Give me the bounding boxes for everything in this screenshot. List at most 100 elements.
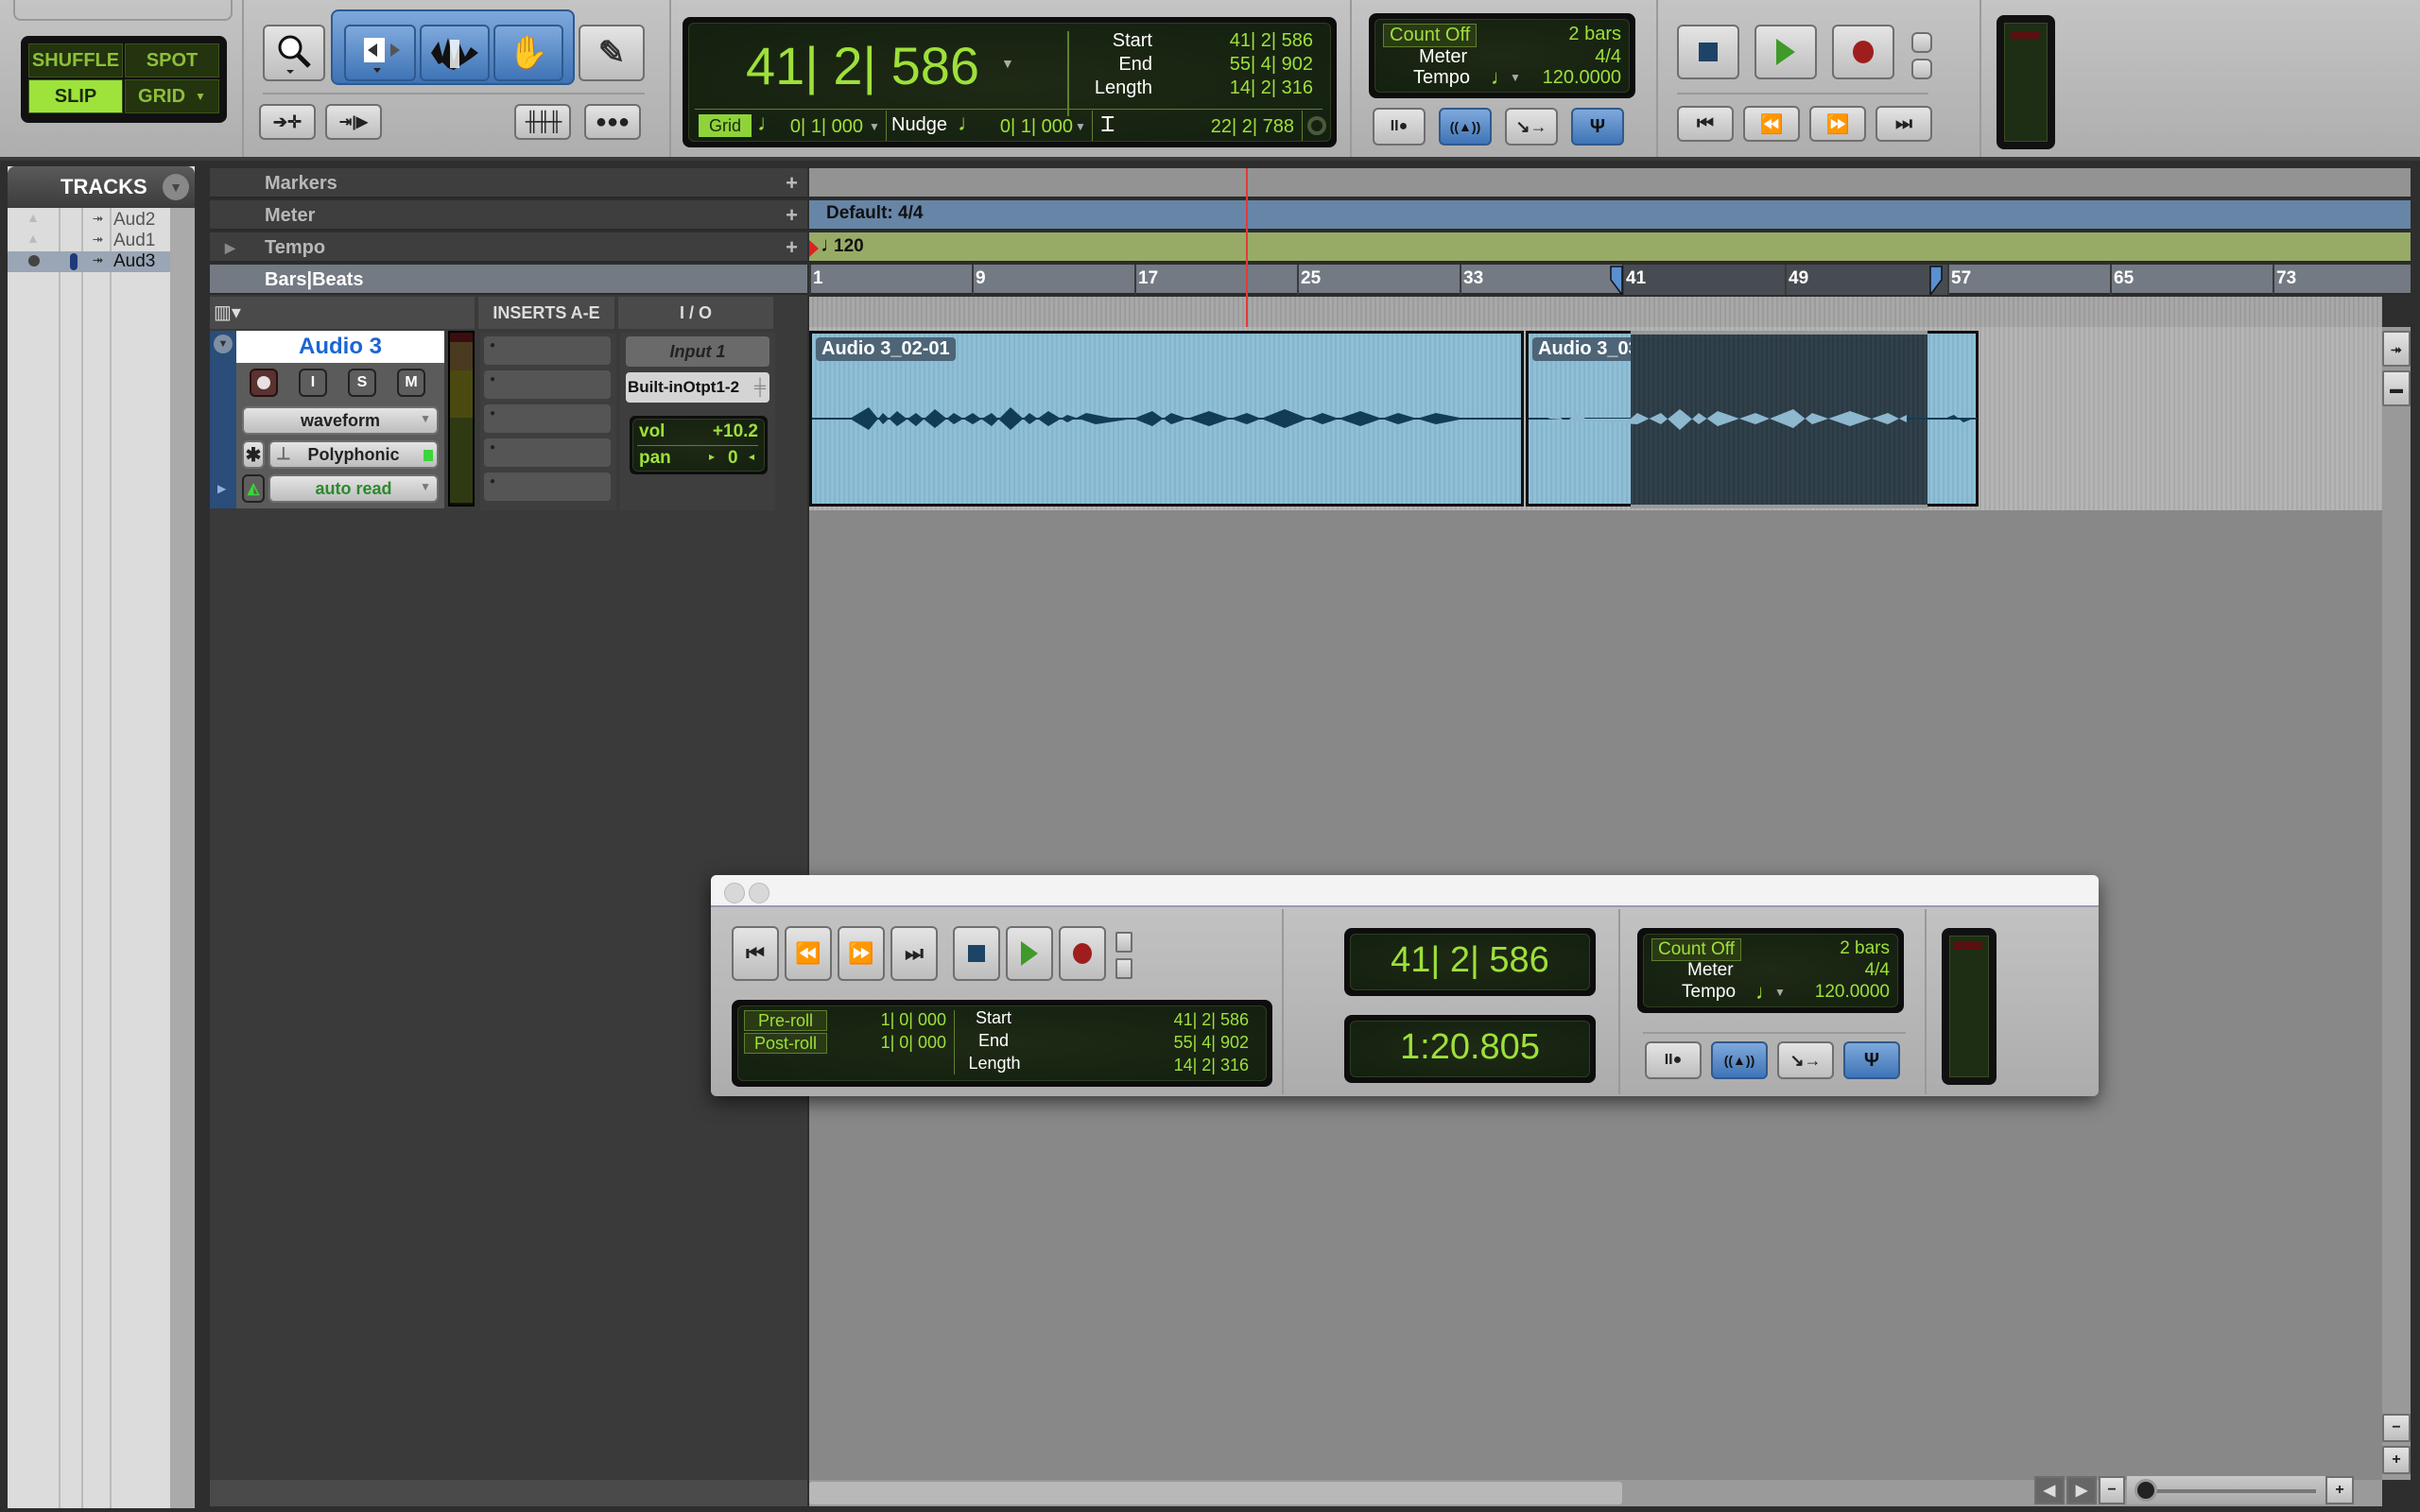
shown-dot-icon[interactable] xyxy=(28,255,40,266)
chevron-down-icon[interactable]: ▼ xyxy=(1075,120,1086,133)
tw-loop-button[interactable] xyxy=(1115,958,1132,979)
tw-start-value[interactable]: 41| 2| 586 xyxy=(1116,1010,1249,1030)
tw-sub-counter-value[interactable]: 1:20.805 xyxy=(1351,1027,1589,1068)
postroll-value[interactable]: 1| 0| 000 xyxy=(842,1033,946,1053)
chevron-down-icon[interactable]: ▼ xyxy=(1774,986,1786,999)
insert-slot[interactable]: ● xyxy=(484,370,611,399)
tw-midi-merge-button[interactable]: ↘→ xyxy=(1777,1041,1834,1079)
track-list-item[interactable]: ▲ ⯮ Aud1 xyxy=(8,231,178,251)
fast-forward-button[interactable]: ⏩ xyxy=(1809,106,1866,142)
tw-rewind-button[interactable]: ⏪ xyxy=(785,926,832,981)
rewind-button[interactable]: ⏪ xyxy=(1743,106,1800,142)
midi-merge-button[interactable]: ↘→ xyxy=(1505,108,1558,146)
tw-record-button[interactable] xyxy=(1059,926,1106,981)
tw-online-button[interactable] xyxy=(1115,932,1132,953)
tempo-marker-icon[interactable] xyxy=(809,240,819,257)
volume-value[interactable]: +10.2 xyxy=(713,421,758,442)
show-hide-icon[interactable]: ▲ xyxy=(26,231,40,246)
scroll-left-button[interactable]: ◀ xyxy=(2034,1476,2065,1504)
expand-track-icon[interactable]: ▶ xyxy=(217,482,226,495)
tracks-menu-button[interactable]: ▼ xyxy=(163,174,189,200)
insert-slot[interactable]: ● xyxy=(484,336,611,365)
track-name[interactable]: Audio 3 xyxy=(236,331,444,363)
main-counter-value[interactable]: 41| 2| 586 xyxy=(746,35,979,96)
count-off-button[interactable]: Count Off xyxy=(1383,24,1478,47)
conductor-button[interactable]: Ψ xyxy=(1571,108,1624,146)
track-view-selector[interactable]: waveform ▼ xyxy=(242,406,439,435)
tw-go-to-end-button[interactable]: ⏭ xyxy=(890,926,938,981)
mixer-settings-button[interactable]: ╫╫╫ xyxy=(514,104,571,140)
add-tempo-button[interactable]: + xyxy=(786,232,798,263)
chevron-down-icon[interactable]: ▼ xyxy=(869,120,880,133)
metronome-button[interactable]: ((▲)) xyxy=(1439,108,1492,146)
transport-window-titlebar[interactable] xyxy=(711,875,2099,907)
horizontal-zoom-slider[interactable] xyxy=(2127,1476,2325,1504)
selection-length-value[interactable]: 14| 2| 316 xyxy=(1181,77,1313,100)
pencil-tool-button[interactable]: ✎ xyxy=(579,25,645,81)
tw-end-value[interactable]: 55| 4| 902 xyxy=(1116,1033,1249,1053)
add-marker-button[interactable]: + xyxy=(786,168,798,198)
mute-button[interactable]: M xyxy=(397,369,425,397)
automation-mode-selector[interactable]: auto read ▼ xyxy=(268,474,439,503)
chevron-down-icon[interactable]: ▼ xyxy=(1510,71,1521,84)
zoom-out-button[interactable]: − xyxy=(2099,1476,2125,1504)
stop-button[interactable] xyxy=(1677,25,1739,79)
meter-event[interactable]: Default: 4/4 xyxy=(826,203,923,224)
preroll-button[interactable]: Pre-roll xyxy=(744,1010,827,1031)
selection-start-value[interactable]: 41| 2| 586 xyxy=(1181,29,1313,53)
audio-clip[interactable]: Audio 3_03-01 xyxy=(1526,331,1979,508)
count-off-value[interactable]: 2 bars xyxy=(1568,24,1621,45)
meter-value[interactable]: 4/4 xyxy=(1595,46,1621,68)
track-height-minus-button[interactable]: − xyxy=(2382,1414,2411,1442)
solo-button[interactable]: S xyxy=(348,369,376,397)
meter-ruler[interactable]: Default: 4/4 xyxy=(809,200,2411,231)
online-button[interactable] xyxy=(1911,32,1932,53)
record-button[interactable] xyxy=(1832,25,1894,79)
playhead-line[interactable] xyxy=(1246,168,1248,327)
audio-zoom-button[interactable]: ⯮ xyxy=(2382,331,2411,367)
selection-end-marker-icon[interactable] xyxy=(1928,265,1945,298)
columns-hscrollbar[interactable] xyxy=(210,1480,807,1506)
selection-start-marker-icon[interactable] xyxy=(1607,265,1624,298)
tw-meter-value[interactable]: 4/4 xyxy=(1865,960,1890,981)
wait-for-note-button[interactable]: II● xyxy=(1373,108,1426,146)
link-timeline-button[interactable]: ⇥|▶ xyxy=(325,104,382,140)
tracks-list-scrollbar[interactable] xyxy=(170,208,195,1508)
tw-return-to-zero-button[interactable]: ⏮ xyxy=(732,926,779,981)
postroll-button[interactable]: Post-roll xyxy=(744,1033,827,1054)
timebase-button[interactable]: ✱ xyxy=(242,440,265,469)
chevron-down-icon[interactable]: ▼ xyxy=(1001,56,1014,71)
spot-mode-button[interactable]: SPOT xyxy=(125,43,219,77)
show-hide-icon[interactable]: ▲ xyxy=(26,210,40,225)
insert-slot[interactable]: ● xyxy=(484,472,611,501)
more-options-button[interactable]: ●●● xyxy=(584,104,641,140)
loop-playback-button[interactable] xyxy=(1911,59,1932,79)
input-selector[interactable]: Input 1 xyxy=(626,336,769,367)
scroll-right-button[interactable]: ▶ xyxy=(2066,1476,2097,1504)
track-list-item[interactable]: ▲ ⯮ Aud2 xyxy=(8,210,178,231)
tw-tempo-value[interactable]: 120.0000 xyxy=(1815,982,1890,1003)
tw-length-value[interactable]: 14| 2| 316 xyxy=(1116,1056,1249,1075)
slip-mode-button[interactable]: SLIP xyxy=(28,79,123,113)
vertical-scrollbar[interactable] xyxy=(2382,327,2411,1480)
nudge-value[interactable]: 0| 1| 000 xyxy=(992,116,1073,138)
expand-triangle-icon[interactable]: ▶ xyxy=(225,232,235,263)
output-selector[interactable]: Built-inOtpt1-2 ╪ xyxy=(626,372,769,403)
return-to-zero-button[interactable]: ⏮ xyxy=(1677,106,1734,142)
tw-conductor-button[interactable]: Ψ xyxy=(1843,1041,1900,1079)
view-selector-icon[interactable]: ▥▾ xyxy=(214,301,241,324)
tab-to-transients-button[interactable]: ➔✛ xyxy=(259,104,316,140)
go-to-end-button[interactable]: ⏭ xyxy=(1876,106,1932,142)
automation-icon-button[interactable]: ◭ xyxy=(242,474,265,503)
play-button[interactable] xyxy=(1754,25,1817,79)
midi-zoom-button[interactable]: ▬ xyxy=(2382,370,2411,406)
close-window-button[interactable] xyxy=(724,883,745,903)
track-options-button[interactable]: ▼ xyxy=(214,335,233,353)
markers-ruler[interactable] xyxy=(809,168,2411,198)
trim-tool-button[interactable] xyxy=(344,25,416,81)
tw-wait-for-note-button[interactable]: II● xyxy=(1645,1041,1702,1079)
tw-play-button[interactable] xyxy=(1006,926,1053,981)
grid-mode-button[interactable]: GRID ▼ xyxy=(125,79,219,113)
pan-value[interactable]: 0 xyxy=(728,448,738,469)
track-list-item-selected[interactable]: ⯮ Aud3 xyxy=(8,251,178,272)
